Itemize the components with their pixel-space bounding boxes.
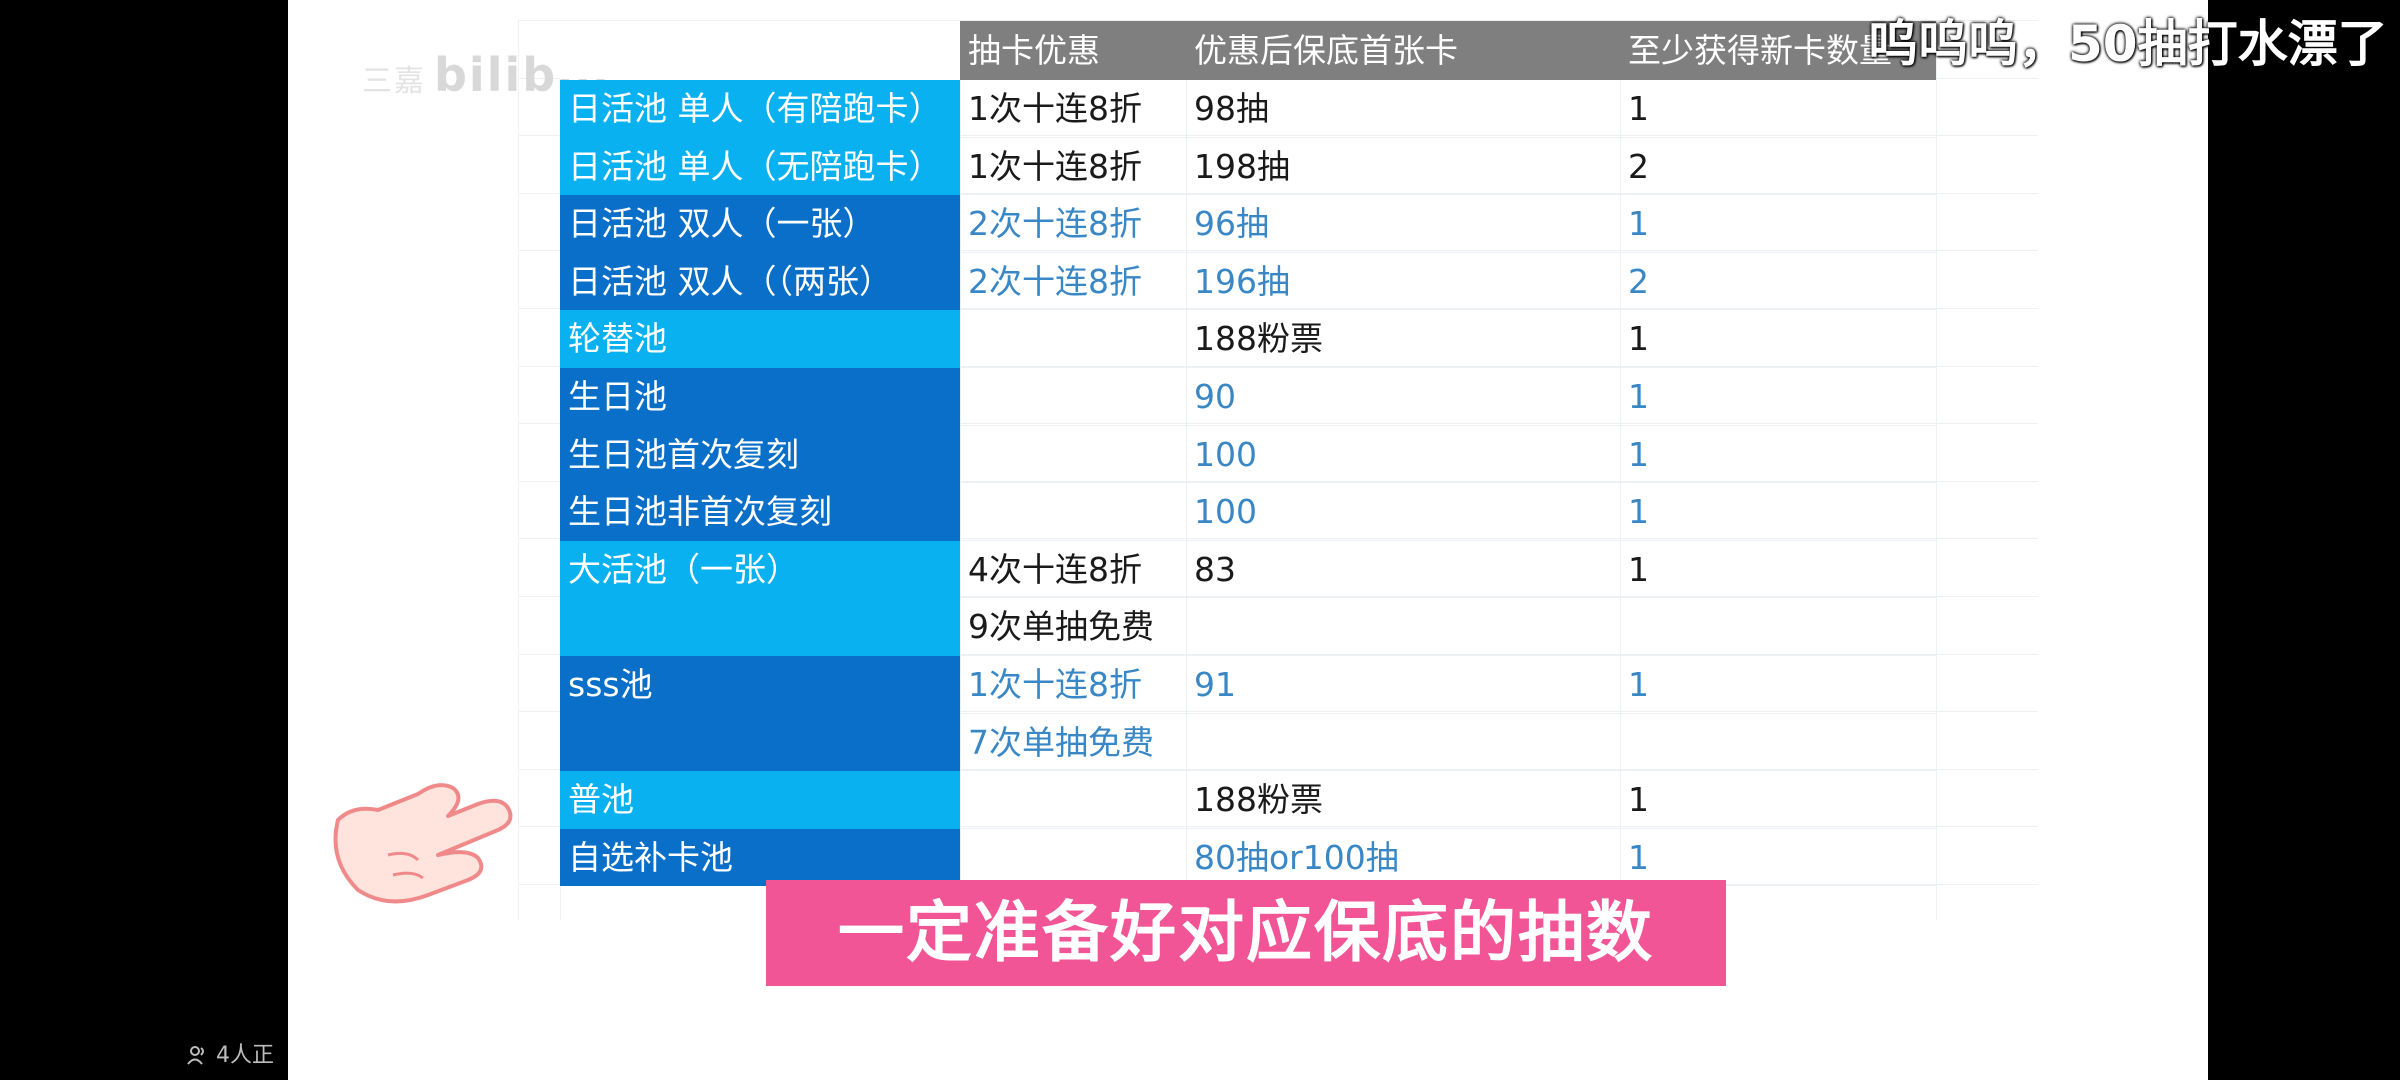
pity-cell: 196抽 — [1186, 253, 1620, 311]
min-cards-cell — [1620, 598, 1936, 656]
discount-cell — [960, 368, 1186, 426]
min-cards-cell: 1 — [1620, 771, 1936, 829]
pool-name: sss池 — [560, 655, 960, 714]
pool-name: 自选补卡池 — [560, 828, 960, 887]
pointing-hand-icon — [333, 783, 513, 904]
discount-cell: 1次十连8折 — [960, 80, 1186, 138]
min-cards-cell: 2 — [1620, 138, 1936, 196]
discount-cell — [960, 483, 1186, 541]
pity-cell: 100 — [1186, 483, 1620, 541]
pity-cell: 96抽 — [1186, 195, 1620, 253]
min-cards-cell: 1 — [1620, 195, 1936, 253]
pity-cell: 80抽or100抽 — [1186, 829, 1620, 887]
discount-cell — [960, 310, 1186, 368]
header-discount: 抽卡优惠 — [960, 21, 1186, 80]
min-cards-cell: 1 — [1620, 80, 1936, 138]
pool-name: 生日池首次复刻 — [560, 425, 960, 484]
pity-cell — [1186, 598, 1620, 656]
discount-cell: 2次十连8折 — [960, 253, 1186, 311]
pity-cell: 188粉票 — [1186, 771, 1620, 829]
discount-cell: 2次十连8折 — [960, 195, 1186, 253]
pool-name: 日活池 单人（无陪跑卡） — [560, 137, 960, 196]
discount-cell: 1次十连8折 — [960, 138, 1186, 196]
discount-cell: 1次十连8折 — [960, 656, 1186, 714]
pity-cell — [1186, 714, 1620, 772]
pool-name: 日活池 双人（（两张） — [560, 252, 960, 311]
discount-cell — [960, 771, 1186, 829]
min-cards-cell: 2 — [1620, 253, 1936, 311]
min-cards-cell: 1 — [1620, 483, 1936, 541]
min-cards-cell: 1 — [1620, 656, 1936, 714]
watermark-text: 三嘉 — [362, 64, 426, 99]
pool-name — [560, 713, 960, 772]
pool-name: 普池 — [560, 771, 960, 829]
min-cards-cell: 1 — [1620, 368, 1936, 426]
pool-name: 生日池非首次复刻 — [560, 483, 960, 541]
discount-cell: 7次单抽免费 — [960, 714, 1186, 772]
pool-name: 轮替池 — [560, 310, 960, 368]
header-corner — [560, 21, 960, 79]
gridline — [1936, 20, 1937, 920]
pool-name: 日活池 单人（有陪跑卡） — [560, 80, 960, 138]
discount-cell — [960, 426, 1186, 484]
discount-cell: 4次十连8折 — [960, 541, 1186, 599]
pity-cell: 198抽 — [1186, 138, 1620, 196]
pool-name: 生日池 — [560, 367, 960, 426]
header-pity: 优惠后保底首张卡 — [1186, 21, 1620, 80]
pity-cell: 100 — [1186, 426, 1620, 484]
min-cards-cell — [1620, 714, 1936, 772]
video-frame[interactable]: 三嘉 bilibili 抽卡优惠 优惠后保底首张卡 至少获得新卡数量 日活池 单人… — [288, 0, 2208, 1080]
viewer-count-text: 4人正 — [216, 1043, 274, 1068]
discount-cell: 9次单抽免费 — [960, 598, 1186, 656]
pool-name: 日活池 双人（一张） — [560, 195, 960, 253]
pity-cell: 83 — [1186, 541, 1620, 599]
discount-cell — [960, 829, 1186, 887]
pity-cell: 98抽 — [1186, 80, 1620, 138]
min-cards-cell: 1 — [1620, 541, 1936, 599]
pool-name — [560, 598, 960, 656]
pity-cell: 188粉票 — [1186, 310, 1620, 368]
viewers-icon — [187, 1046, 204, 1065]
min-cards-cell: 1 — [1620, 829, 1936, 887]
viewer-count: 4人正 — [186, 1037, 274, 1069]
pity-cell: 90 — [1186, 368, 1620, 426]
min-cards-cell: 1 — [1620, 426, 1936, 484]
gacha-pool-table: 抽卡优惠 优惠后保底首张卡 至少获得新卡数量 日活池 单人（有陪跑卡） 1次十连… — [560, 21, 1936, 887]
pool-name: 大活池（一张） — [560, 540, 960, 599]
danmaku-comment: 呜呜呜，50抽打水漂了 — [1868, 15, 2388, 73]
pity-cell: 91 — [1186, 656, 1620, 714]
min-cards-cell: 1 — [1620, 310, 1936, 368]
subtitle-caption: 一定准备好对应保底的抽数 — [766, 880, 1726, 986]
